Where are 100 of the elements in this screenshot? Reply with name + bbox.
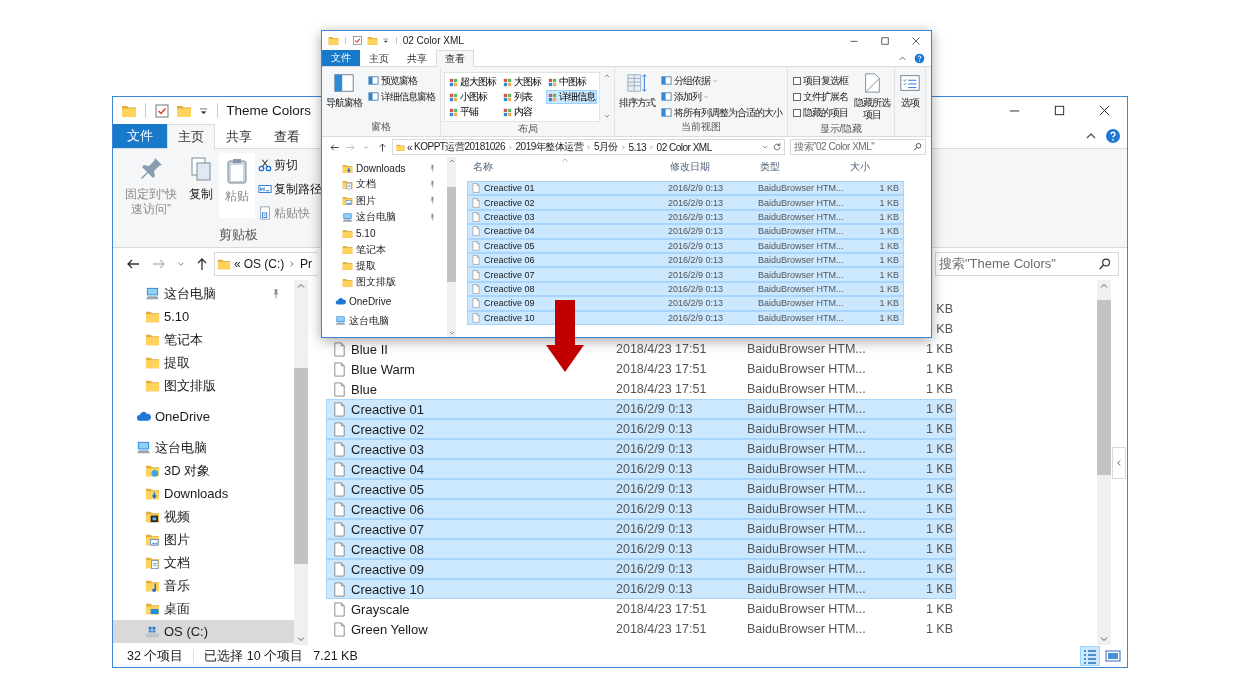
search-field[interactable]: 搜索"02 Color XML": [790, 139, 926, 155]
column-header[interactable]: 名称: [470, 160, 493, 174]
nav-item[interactable]: 图文排版: [113, 374, 294, 397]
ribbon-button[interactable]: 预览窗格: [366, 74, 419, 87]
layout-option[interactable]: 小图标: [447, 90, 498, 104]
nav-item[interactable]: 视频: [113, 505, 294, 528]
nav-item[interactable]: 图片: [113, 528, 294, 551]
breadcrumb[interactable]: 5月份: [593, 140, 618, 154]
nav-item[interactable]: 音乐: [113, 574, 294, 597]
ribbon-menu-button[interactable]: 添加列: [659, 90, 711, 103]
ribbon-button[interactable]: 排序方式: [618, 70, 656, 111]
layout-option[interactable]: 中图标: [546, 75, 597, 89]
file-row[interactable]: Creactive 01 2016/2/9 0:13 BaiduBrowser HTM... 1 KB: [467, 181, 904, 196]
file-row[interactable]: Creactive 08 2016/2/9 0:13 BaiduBrowser HTM... 1 KB: [326, 539, 956, 559]
file-row[interactable]: Grayscale 2018/4/23 17:51 BaiduBrowser HTM... 1 KB: [326, 599, 956, 619]
nav-item[interactable]: 笔记本: [113, 328, 294, 351]
nav-item[interactable]: 图片: [322, 192, 447, 209]
layout-option[interactable]: 列表: [501, 90, 543, 104]
nav-item[interactable]: 这台电脑: [113, 436, 294, 459]
breadcrumb[interactable]: 5.13: [628, 141, 646, 153]
scrollbar[interactable]: [1097, 280, 1111, 645]
column-header[interactable]: 类型: [757, 160, 847, 174]
details-view-button[interactable]: [1080, 646, 1100, 666]
up-button[interactable]: [376, 141, 389, 153]
nav-item[interactable]: 提取: [113, 351, 294, 374]
file-row[interactable]: Blue Warm 2018/4/23 17:51 BaiduBrowser HTM... 1 KB: [326, 359, 956, 379]
checkbox[interactable]: 项目复选框: [791, 74, 850, 87]
breadcrumb[interactable]: 02 Color XML: [656, 141, 712, 153]
ribbon-button[interactable]: 复制路径: [258, 179, 322, 199]
ribbon-button[interactable]: 复制: [186, 153, 216, 204]
ribbon-button[interactable]: 隐藏所选项目: [853, 70, 891, 122]
ribbon-tab[interactable]: 查看: [263, 124, 311, 149]
checkbox[interactable]: 文件扩展名: [791, 90, 850, 103]
ribbon-button[interactable]: 导航窗格: [325, 70, 363, 111]
layout-option[interactable]: 内容: [501, 105, 543, 119]
ribbon-button[interactable]: 选项: [898, 70, 922, 111]
nav-item[interactable]: OS (C:): [113, 620, 294, 643]
file-row[interactable]: Creactive 07 2016/2/9 0:13 BaiduBrowser HTM... 1 KB: [326, 519, 956, 539]
nav-item[interactable]: Downloads: [113, 482, 294, 505]
breadcrumb[interactable]: Pr: [299, 257, 312, 271]
file-row[interactable]: Creactive 03 2016/2/9 0:13 BaiduBrowser HTM... 1 KB: [326, 439, 956, 459]
file-row[interactable]: Creactive 01 2016/2/9 0:13 BaiduBrowser HTM... 1 KB: [326, 399, 956, 419]
nav-item[interactable]: 桌面: [113, 597, 294, 620]
breadcrumb[interactable]: KOPPT运营20181026: [414, 140, 505, 154]
nav-item[interactable]: 文档: [322, 176, 447, 193]
file-row[interactable]: Creactive 05 2016/2/9 0:13 BaiduBrowser HTM... 1 KB: [326, 479, 956, 499]
scrollbar[interactable]: [294, 280, 308, 645]
nav-item[interactable]: 这台电脑: [322, 208, 447, 226]
file-row[interactable]: Creactive 04 2016/2/9 0:13 BaiduBrowser HTM... 1 KB: [467, 224, 904, 239]
ribbon-button[interactable]: 详细信息窗格: [366, 90, 437, 103]
breadcrumb[interactable]: OS (C:): [243, 257, 285, 271]
layout-option[interactable]: 大图标: [501, 75, 543, 89]
layout-option[interactable]: 详细信息: [546, 90, 597, 104]
column-header[interactable]: 大小: [847, 160, 902, 174]
layout-option[interactable]: 平铺: [447, 105, 498, 119]
file-row[interactable]: Creactive 02 2016/2/9 0:13 BaiduBrowser HTM... 1 KB: [467, 195, 904, 210]
address-bar[interactable]: « KOPPT运营20181026 2019年整体运营 5月份 5.13 02 Color XML: [392, 139, 785, 155]
nav-item[interactable]: 3D 对象: [113, 459, 294, 482]
file-row[interactable]: Creactive 10 2016/2/9 0:13 BaiduBrowser HTM... 1 KB: [326, 579, 956, 599]
address-bar[interactable]: « OS (C:) Pr: [214, 252, 318, 276]
column-header[interactable]: 修改日期: [667, 160, 757, 174]
file-tab[interactable]: 文件: [113, 124, 167, 148]
ribbon-tab[interactable]: 主页: [167, 124, 215, 149]
breadcrumb-overflow[interactable]: «: [407, 141, 413, 153]
nav-item[interactable]: 文档: [113, 551, 294, 574]
layout-option[interactable]: 超大图标: [447, 75, 498, 89]
file-tab[interactable]: 文件: [322, 50, 360, 66]
nav-item[interactable]: OneDrive: [113, 405, 294, 428]
file-row[interactable]: Creactive 07 2016/2/9 0:13 BaiduBrowser HTM... 1 KB: [467, 267, 904, 282]
file-row[interactable]: Creactive 02 2016/2/9 0:13 BaiduBrowser HTM... 1 KB: [326, 419, 956, 439]
ribbon-button[interactable]: 将所有列调整为合适的大小: [659, 106, 784, 119]
nav-item[interactable]: 这台电脑: [113, 282, 294, 305]
ribbon-tab[interactable]: 共享: [215, 124, 263, 149]
file-row[interactable]: Creactive 04 2016/2/9 0:13 BaiduBrowser HTM... 1 KB: [326, 459, 956, 479]
nav-item[interactable]: 提取: [322, 257, 447, 275]
nav-item[interactable]: 笔记本: [322, 241, 447, 258]
expand-pane-button[interactable]: [1112, 446, 1126, 479]
file-row[interactable]: Creactive 09 2016/2/9 0:13 BaiduBrowser HTM... 1 KB: [467, 296, 904, 311]
ribbon-menu-button[interactable]: 分组依据: [659, 74, 720, 87]
ribbon-tab[interactable]: 查看: [436, 50, 474, 67]
file-row[interactable]: Creactive 09 2016/2/9 0:13 BaiduBrowser HTM... 1 KB: [326, 559, 956, 579]
breadcrumb-overflow[interactable]: «: [234, 257, 241, 271]
file-row[interactable]: Blue II 2018/4/23 17:51 BaiduBrowser HTM... 1 KB: [326, 339, 956, 359]
scrollbar[interactable]: [447, 157, 456, 337]
back-button[interactable]: [328, 141, 341, 153]
file-row[interactable]: Creactive 06 2016/2/9 0:13 BaiduBrowser HTM... 1 KB: [326, 499, 956, 519]
nav-item[interactable]: OneDrive: [322, 293, 447, 310]
nav-item[interactable]: Downloads: [322, 160, 447, 177]
nav-item[interactable]: 图文排版: [322, 274, 447, 291]
search-field[interactable]: 搜索"Theme Colors": [935, 252, 1119, 276]
ribbon-tab[interactable]: 主页: [360, 50, 398, 67]
breadcrumb[interactable]: 2019年整体运营: [515, 140, 584, 154]
nav-item[interactable]: 这台电脑: [322, 312, 447, 329]
file-row[interactable]: Blue 2018/4/23 17:51 BaiduBrowser HTM... 1 KB: [326, 379, 956, 399]
file-row[interactable]: Green Yellow 2018/4/23 17:51 BaiduBrowser HTM... 1 KB: [326, 619, 956, 639]
ribbon-button[interactable]: 剪切: [258, 155, 298, 175]
nav-item[interactable]: 5.10: [113, 305, 294, 328]
checkbox[interactable]: 隐藏的项目: [791, 106, 850, 119]
nav-item[interactable]: 5.10: [322, 225, 447, 242]
ribbon-tab[interactable]: 共享: [398, 50, 436, 67]
